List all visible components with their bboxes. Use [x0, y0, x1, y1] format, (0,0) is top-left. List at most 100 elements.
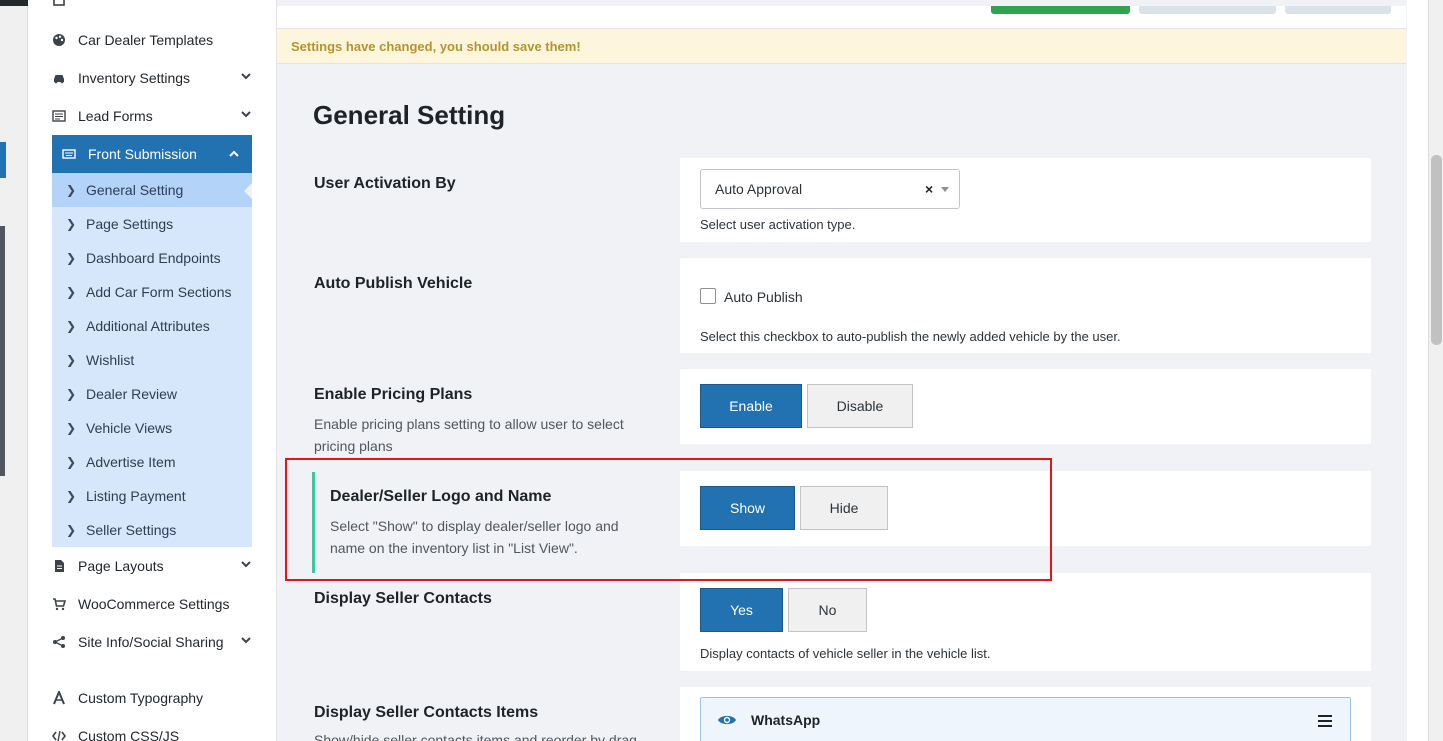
keyboard-icon — [62, 147, 76, 161]
form-icon — [52, 109, 66, 123]
auto-publish-checkbox-label[interactable]: Auto Publish — [724, 289, 803, 305]
sidebar-item-label: Page Layouts — [78, 558, 164, 574]
eye-icon[interactable] — [717, 713, 737, 727]
sidebar-item-previous[interactable] — [52, 0, 252, 6]
submenu-item-label: Listing Payment — [86, 488, 186, 504]
admin-menu-gutter — [0, 6, 28, 741]
sidebar-item-label: Custom CSS/JS — [78, 728, 180, 741]
code-icon — [52, 729, 66, 741]
sidebar-item-label: Front Submission — [88, 146, 197, 162]
chevron-down-icon[interactable] — [240, 557, 252, 573]
chevron-right-icon: ❯ — [66, 353, 77, 367]
submenu-item-add-car-form-sections[interactable]: ❯ Add Car Form Sections — [52, 275, 252, 309]
sidebar-item-label: Lead Forms — [78, 108, 153, 124]
palette-icon — [52, 33, 66, 47]
dealer-logo-show-button[interactable]: Show — [700, 486, 795, 530]
setting-panel-dealer-logo: Show Hide — [680, 471, 1371, 546]
file-icon — [52, 559, 66, 573]
submenu-item-page-settings[interactable]: ❯ Page Settings — [52, 207, 252, 241]
cart-icon — [52, 597, 67, 611]
settings-sidebar: Car Dealer Templates Inventory Settings … — [28, 0, 277, 741]
unsaved-changes-notice: Settings have changed, you should save t… — [277, 29, 1406, 64]
setting-label-seller-contact-items: Display Seller Contacts Items Show/hide … — [314, 703, 654, 741]
select-value: Auto Approval — [715, 181, 803, 197]
submenu-item-label: Advertise Item — [86, 454, 176, 470]
submenu-item-advertise-item[interactable]: ❯ Advertise Item — [52, 445, 252, 479]
user-activation-select[interactable]: Auto Approval × — [700, 169, 960, 209]
active-setting-indicator — [312, 472, 315, 573]
settings-main: Settings have changed, you should save t… — [277, 0, 1407, 741]
chevron-right-icon: ❯ — [66, 251, 77, 265]
setting-title: Display Seller Contacts Items — [314, 704, 539, 721]
submenu-item-general-setting[interactable]: ❯ General Setting — [52, 173, 252, 207]
sortable-item-whatsapp[interactable]: WhatsApp — [700, 697, 1351, 741]
sidebar-item-front-submission[interactable]: Front Submission — [52, 135, 252, 173]
pricing-enable-button[interactable]: Enable — [700, 384, 802, 428]
sidebar-item-label: Inventory Settings — [78, 70, 191, 86]
car-icon — [52, 71, 66, 85]
sidebar-item-page-layouts[interactable]: Page Layouts — [52, 557, 252, 575]
sidebar-item-lead-forms[interactable]: Lead Forms — [52, 107, 252, 125]
setting-help: Display contacts of vehicle seller in th… — [700, 646, 991, 661]
submenu-item-dealer-review[interactable]: ❯ Dealer Review — [52, 377, 252, 411]
setting-label-seller-contacts: Display Seller Contacts — [314, 589, 654, 609]
chevron-up-icon[interactable] — [228, 147, 240, 163]
submenu-item-label: Additional Attributes — [86, 318, 210, 334]
setting-label-auto-publish: Auto Publish Vehicle — [314, 274, 654, 294]
chevron-down-icon[interactable] — [240, 633, 252, 649]
front-submission-submenu: ❯ General Setting ❯ Page Settings ❯ Dash… — [52, 173, 252, 547]
submenu-item-label: Vehicle Views — [86, 420, 173, 436]
submenu-item-vehicle-views[interactable]: ❯ Vehicle Views — [52, 411, 252, 445]
submenu-item-label: General Setting — [86, 182, 184, 198]
admin-menu-current-marker — [0, 142, 6, 178]
setting-description: Show/hide seller contacts items and reor… — [314, 732, 637, 741]
seller-contacts-yes-button[interactable]: Yes — [700, 588, 783, 632]
window-scrollbar[interactable] — [1428, 0, 1443, 741]
chevron-down-icon[interactable] — [240, 107, 252, 123]
sidebar-item-custom-css-js[interactable]: Custom CSS/JS — [52, 727, 252, 741]
setting-panel-auto-publish: Auto Publish Select this checkbox to aut… — [680, 258, 1371, 353]
sidebar-item-car-dealer-templates[interactable]: Car Dealer Templates — [52, 31, 252, 49]
drag-handle-icon[interactable] — [1318, 714, 1332, 727]
clear-selection-icon[interactable]: × — [925, 181, 933, 197]
submenu-item-seller-settings[interactable]: ❯ Seller Settings — [52, 513, 252, 547]
sidebar-item-woocommerce-settings[interactable]: WooCommerce Settings — [52, 595, 252, 613]
doc-icon — [52, 0, 66, 6]
sidebar-item-custom-typography[interactable]: Custom Typography — [52, 689, 252, 707]
chevron-down-icon[interactable] — [240, 69, 252, 85]
chevron-right-icon: ❯ — [66, 455, 77, 469]
chevron-right-icon: ❯ — [66, 183, 77, 197]
reset-all-button[interactable] — [1285, 6, 1391, 14]
setting-description: Select "Show" to display dealer/seller l… — [330, 518, 619, 556]
setting-title: Dealer/Seller Logo and Name — [330, 488, 552, 505]
submenu-item-label: Dashboard Endpoints — [86, 250, 221, 266]
setting-help: Select user activation type. — [700, 217, 856, 232]
sidebar-item-label: WooCommerce Settings — [78, 596, 230, 612]
submenu-item-listing-payment[interactable]: ❯ Listing Payment — [52, 479, 252, 513]
sidebar-item-site-info-social-sharing[interactable]: Site Info/Social Sharing — [52, 633, 252, 651]
dealer-logo-hide-button[interactable]: Hide — [800, 486, 888, 530]
submenu-item-additional-attributes[interactable]: ❯ Additional Attributes — [52, 309, 252, 343]
chevron-right-icon: ❯ — [66, 421, 77, 435]
setting-label-pricing-plans: Enable Pricing Plans Enable pricing plan… — [314, 385, 654, 457]
dropdown-caret-icon[interactable] — [941, 187, 949, 192]
current-notch — [244, 183, 252, 199]
reset-section-button[interactable] — [1139, 6, 1276, 14]
auto-publish-checkbox[interactable] — [700, 288, 716, 304]
sidebar-item-label: Car Dealer Templates — [78, 32, 214, 48]
setting-panel-seller-contact-items: WhatsApp — [680, 687, 1371, 741]
admin-menu-dark-strip — [0, 226, 5, 476]
pricing-disable-button[interactable]: Disable — [807, 384, 913, 428]
submenu-item-label: Dealer Review — [86, 386, 178, 402]
sidebar-item-label: Custom Typography — [78, 690, 204, 706]
submenu-item-wishlist[interactable]: ❯ Wishlist — [52, 343, 252, 377]
chevron-right-icon: ❯ — [66, 387, 77, 401]
sidebar-item-inventory-settings[interactable]: Inventory Settings — [52, 69, 252, 87]
chevron-right-icon: ❯ — [66, 319, 77, 333]
share-icon — [52, 635, 66, 649]
save-settings-button[interactable] — [991, 6, 1130, 14]
setting-label-dealer-logo: Dealer/Seller Logo and Name Select "Show… — [330, 487, 670, 559]
scrollbar-thumb[interactable] — [1431, 155, 1442, 345]
seller-contacts-no-button[interactable]: No — [788, 588, 867, 632]
submenu-item-dashboard-endpoints[interactable]: ❯ Dashboard Endpoints — [52, 241, 252, 275]
